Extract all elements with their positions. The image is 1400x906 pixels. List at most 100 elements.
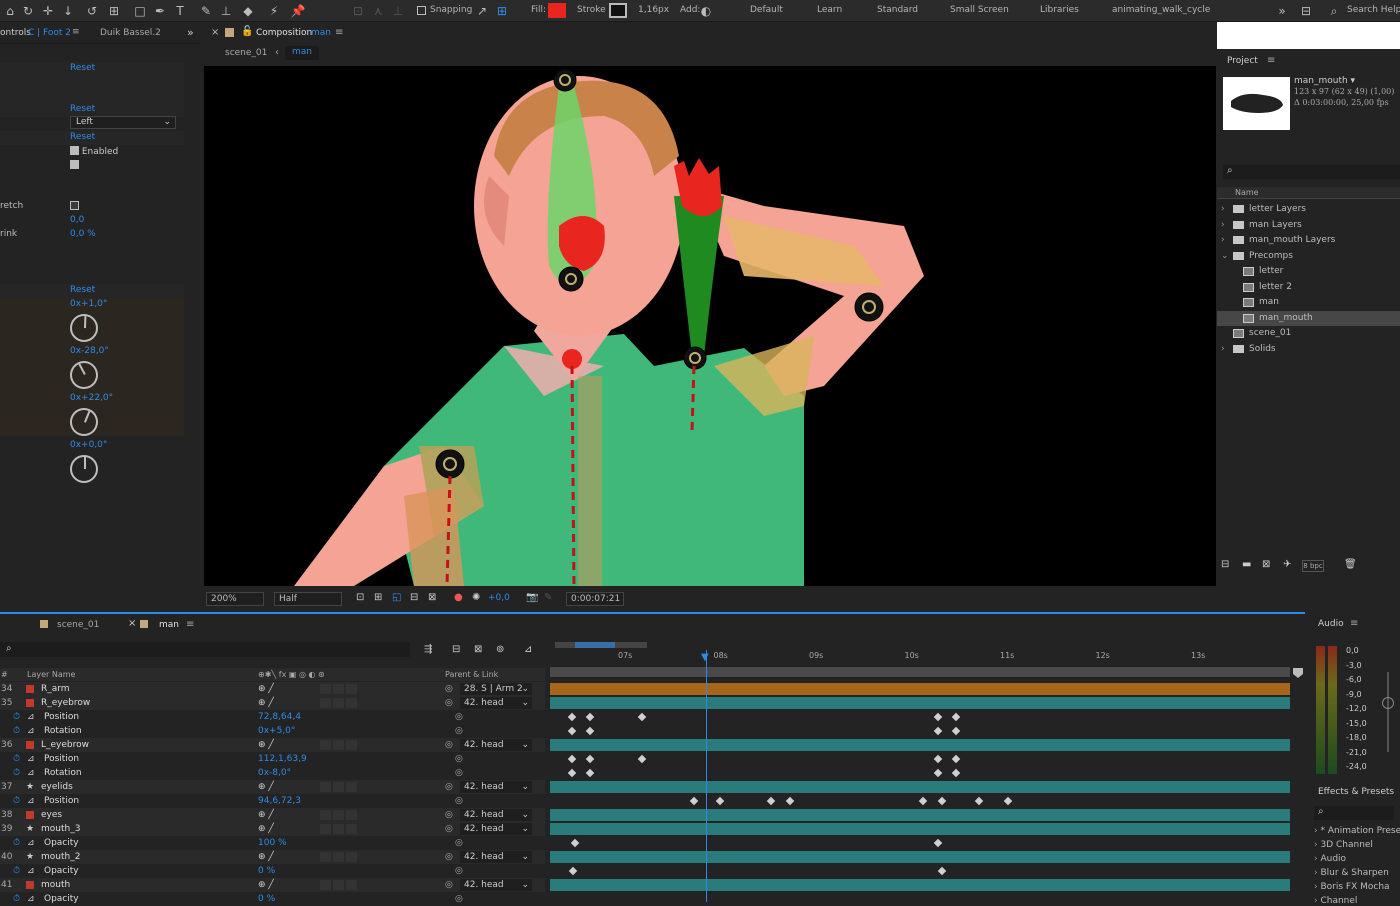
switch-box[interactable] xyxy=(320,852,331,862)
switches[interactable]: ⊕ ╱ xyxy=(258,780,274,794)
property-value[interactable]: 94,6,72,3 xyxy=(258,794,301,808)
project-item[interactable]: › Solids xyxy=(1217,342,1400,357)
angle-4-value[interactable]: 0x+0,0° xyxy=(70,440,107,450)
breadcrumb-scene[interactable]: scene_01 xyxy=(225,48,267,58)
stopwatch-icon[interactable]: ⏱ xyxy=(13,864,20,878)
keyframe[interactable] xyxy=(933,838,943,848)
property-value[interactable]: 0 % xyxy=(258,864,275,878)
workspace-default[interactable]: Default xyxy=(750,5,783,15)
effect-category[interactable]: › * Animation Presets xyxy=(1314,826,1400,836)
keyframe[interactable] xyxy=(585,712,595,722)
switch-box[interactable] xyxy=(346,698,357,708)
expand-panels-icon[interactable]: » xyxy=(187,26,194,39)
pick-whip-icon[interactable]: ◎ xyxy=(445,850,453,864)
panel-menu-icon[interactable]: ≡ xyxy=(1350,618,1358,629)
snap-grid-icon[interactable]: ⊞ xyxy=(494,3,510,19)
layer-duration-bar[interactable] xyxy=(550,879,1290,891)
brush-tool-icon[interactable]: ✎ xyxy=(198,3,214,19)
home-icon[interactable]: ⌂ xyxy=(2,3,18,19)
keyframe[interactable] xyxy=(933,712,943,722)
property-row[interactable]: ⏱ ⊿ Rotation 0x+5,0° ◎ xyxy=(0,724,545,738)
stroke-width-value[interactable]: 1,16 xyxy=(638,5,658,15)
switch-box[interactable] xyxy=(320,810,331,820)
keyframe[interactable] xyxy=(933,726,943,736)
project-item[interactable]: letter 2 xyxy=(1217,280,1400,295)
stopwatch-icon[interactable]: ⏱ xyxy=(13,724,20,738)
pick-whip-icon[interactable]: ◎ xyxy=(455,724,463,738)
show-snapshot-icon[interactable]: ✎ xyxy=(544,592,552,603)
axis-local-icon[interactable]: ⊡ xyxy=(350,3,366,19)
anchor-tool-icon[interactable]: ⊞ xyxy=(106,3,122,19)
keyframe[interactable] xyxy=(585,754,595,764)
fill-swatch[interactable] xyxy=(548,3,566,18)
property-row[interactable]: ⏱ ⊿ Opacity 100 % ◎ xyxy=(0,836,545,850)
move-down-icon[interactable]: ↓ xyxy=(60,3,76,19)
keyframe[interactable] xyxy=(567,768,577,778)
switch-box[interactable] xyxy=(346,852,357,862)
effect-category[interactable]: › Audio xyxy=(1314,854,1346,864)
stopwatch-icon[interactable]: ⏱ xyxy=(13,836,20,850)
region-of-interest-icon[interactable]: ⊡ xyxy=(356,592,364,603)
comp-flowchart-icon[interactable]: ⇶ xyxy=(424,644,432,655)
chevron-icon[interactable]: › xyxy=(1221,218,1225,233)
pick-whip-icon[interactable]: ◎ xyxy=(445,738,453,752)
reset-3-link[interactable]: Reset xyxy=(70,132,95,142)
timeline-search[interactable]: ⌕ xyxy=(0,642,410,657)
orbit-icon[interactable]: ↻ xyxy=(20,3,36,19)
duik-tab[interactable]: Duik Bassel.2 xyxy=(100,28,161,38)
property-value[interactable]: 0x-8,0° xyxy=(258,766,291,780)
property-value[interactable]: 0 % xyxy=(258,892,275,906)
keyframe[interactable] xyxy=(785,796,795,806)
pick-whip-icon[interactable]: ◎ xyxy=(445,780,453,794)
shrink-value[interactable]: 0,0 % xyxy=(70,229,96,239)
property-row[interactable]: ⏱ ⊿ Rotation 0x-8,0° ◎ xyxy=(0,766,545,780)
switches[interactable]: ⊕ ╱ xyxy=(258,808,274,822)
guides-icon[interactable]: ⊟ xyxy=(410,592,418,603)
magnification-select[interactable]: 200% xyxy=(206,592,264,606)
project-search[interactable]: ⌕ xyxy=(1223,165,1400,179)
tab-scene-01[interactable]: scene_01 xyxy=(57,620,99,630)
pan-behind-icon[interactable]: ✛ xyxy=(40,3,56,19)
pick-whip-icon[interactable]: ◎ xyxy=(445,878,453,892)
mask-visibility-icon[interactable]: ◱ xyxy=(392,592,401,603)
switch-box[interactable] xyxy=(333,824,344,834)
panel-menu-icon[interactable]: ≡ xyxy=(335,27,343,38)
keyframe[interactable] xyxy=(937,796,946,806)
checkbox-2[interactable] xyxy=(70,160,79,169)
switch-box[interactable] xyxy=(346,880,357,890)
parent-select[interactable]: 42. head ⌄ xyxy=(460,739,532,751)
reset-2-link[interactable]: Reset xyxy=(70,104,95,114)
enabled-checkbox[interactable] xyxy=(70,146,79,155)
breadcrumb-man[interactable]: man xyxy=(285,46,319,60)
col-parent[interactable]: Parent & Link xyxy=(445,668,498,681)
switch-box[interactable] xyxy=(333,810,344,820)
workspace-libraries[interactable]: Libraries xyxy=(1040,5,1079,15)
effect-category[interactable]: › Channel xyxy=(1314,896,1357,906)
switch-box[interactable] xyxy=(346,810,357,820)
angle-1-value[interactable]: 0x+1,0° xyxy=(70,299,107,309)
layer-duration-bar[interactable] xyxy=(550,851,1290,863)
chevron-icon[interactable]: › xyxy=(1221,202,1225,217)
reset-4-link[interactable]: Reset xyxy=(70,285,95,295)
puppet-pin-icon[interactable]: 📌 xyxy=(290,3,306,19)
graph-icon[interactable]: ⊿ xyxy=(27,892,35,906)
search-icon[interactable]: ⌕ xyxy=(1326,3,1342,19)
keyframe[interactable] xyxy=(567,726,577,736)
stroke-swatch[interactable] xyxy=(609,3,627,18)
more-workspaces-icon[interactable]: » xyxy=(1274,3,1290,19)
switches[interactable]: ⊕ ╱ xyxy=(258,850,274,864)
layer-row[interactable]: 41 mouth ⊕ ╱ ◎ 42. head ⌄ xyxy=(0,878,545,892)
parent-select[interactable]: 42. head ⌄ xyxy=(460,879,532,891)
snapping-checkbox[interactable] xyxy=(417,6,426,15)
switch-box[interactable] xyxy=(320,880,331,890)
stopwatch-icon[interactable]: ⏱ xyxy=(13,752,20,766)
fill-label[interactable]: Fill: xyxy=(531,5,546,15)
effect-category[interactable]: › Boris FX Mocha xyxy=(1314,882,1390,892)
switches[interactable]: ⊕ ╱ xyxy=(258,696,274,710)
pen-tool-icon[interactable]: ✒ xyxy=(152,3,168,19)
switch-box[interactable] xyxy=(333,698,344,708)
axis-view-icon[interactable]: ⊥ xyxy=(390,3,406,19)
stretch-checkbox[interactable] xyxy=(70,201,79,210)
layer-duration-bar[interactable] xyxy=(550,809,1290,821)
keyframe[interactable] xyxy=(568,866,578,876)
